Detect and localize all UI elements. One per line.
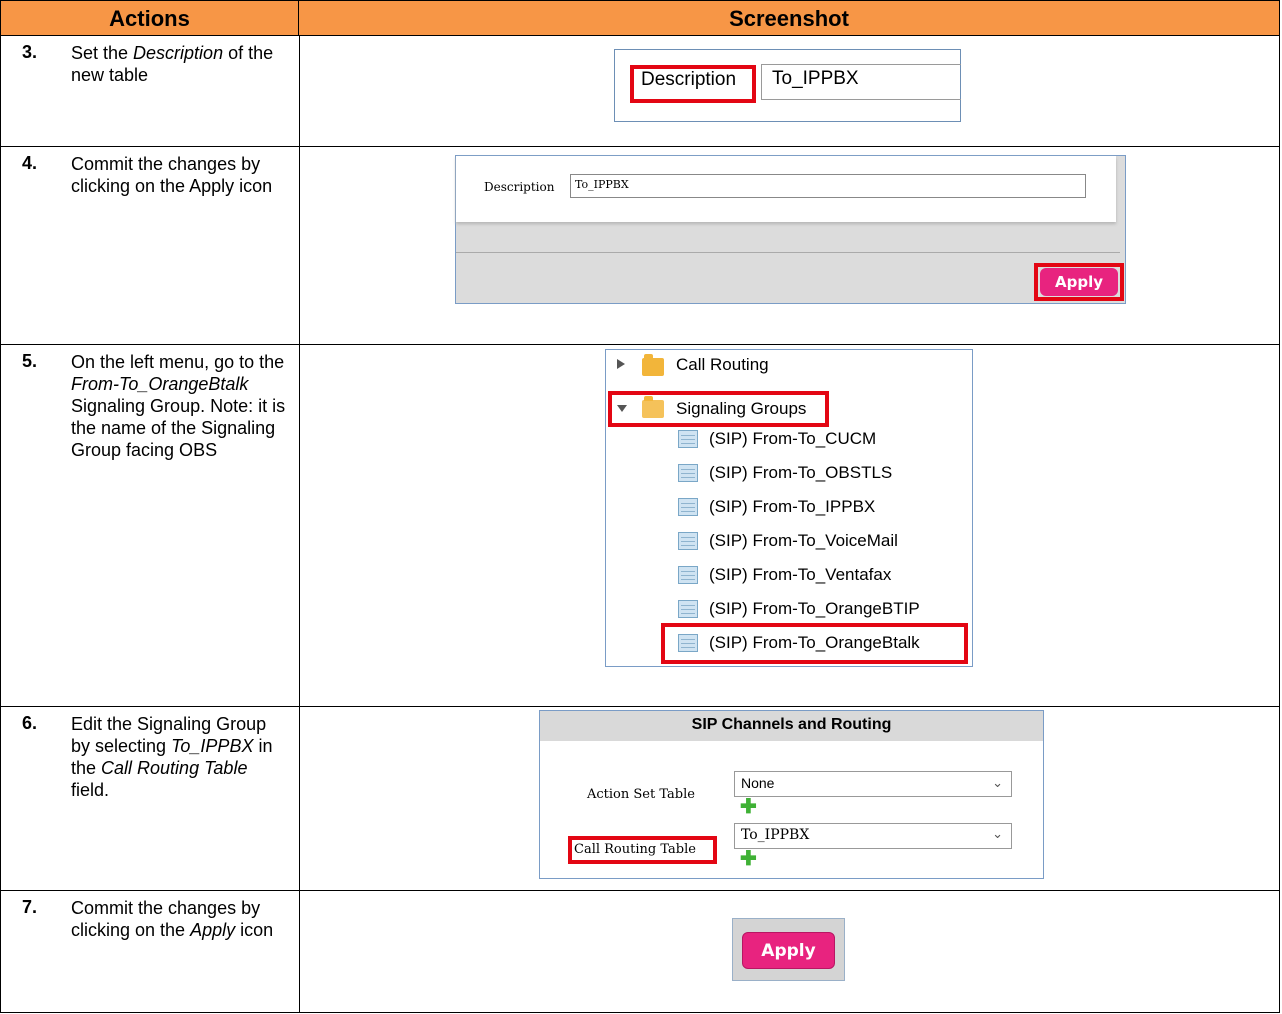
actions-header: Actions bbox=[0, 0, 299, 36]
description-field-screenshot: Description To_IPPBX bbox=[614, 49, 961, 122]
tree-item-orangebtip[interactable]: (SIP) From-To_OrangeBTIP bbox=[709, 594, 920, 624]
apply-button-screenshot: Apply bbox=[732, 918, 845, 981]
action-set-table-label: Action Set Table bbox=[587, 787, 695, 802]
table-icon bbox=[678, 600, 698, 618]
step-row-6: 6. Edit the Signaling Group by selecting… bbox=[0, 706, 1280, 891]
collapsed-arrow-icon[interactable] bbox=[617, 359, 625, 369]
folder-icon bbox=[642, 396, 664, 418]
apply-button[interactable]: Apply bbox=[742, 932, 835, 969]
tree-item-orangebtalk[interactable]: (SIP) From-To_OrangeBtalk bbox=[709, 628, 920, 658]
call-routing-table-select[interactable]: To_IPPBX ⌄ bbox=[734, 823, 1012, 849]
step-instruction: On the left menu, go to the From-To_Oran… bbox=[71, 352, 286, 460]
description-label: Description bbox=[641, 69, 737, 90]
add-icon[interactable]: ✚ bbox=[740, 849, 757, 869]
form-panel: Description To_IPPBX bbox=[456, 156, 1116, 222]
instruction-table: Actions Screenshot 3. Set the Descriptio… bbox=[0, 0, 1280, 1013]
step-number: 7. bbox=[22, 897, 38, 917]
table-icon bbox=[678, 532, 698, 550]
step-instruction: Edit the Signaling Group by selecting To… bbox=[71, 714, 273, 800]
tree-item-obstls[interactable]: (SIP) From-To_OBSTLS bbox=[709, 458, 892, 488]
step-instruction: Commit the changes by clicking on the Ap… bbox=[71, 154, 273, 196]
chevron-down-icon: ⌄ bbox=[992, 775, 1003, 790]
table-icon bbox=[678, 566, 698, 584]
description-input[interactable]: To_IPPBX bbox=[761, 64, 961, 100]
tree-folder-signaling-groups[interactable]: Signaling Groups bbox=[676, 394, 806, 424]
step-row-4: 4. Commit the changes by clicking on the… bbox=[0, 146, 1280, 345]
apply-screenshot: Description To_IPPBX Apply bbox=[455, 155, 1126, 304]
step-number: 6. bbox=[22, 713, 38, 733]
table-icon bbox=[678, 464, 698, 482]
table-icon bbox=[678, 634, 698, 652]
folder-icon bbox=[642, 354, 664, 376]
step-row-3: 3. Set the Description of the new table … bbox=[0, 35, 1280, 147]
step-instruction: Set the Description of the new table bbox=[71, 43, 274, 85]
description-input[interactable]: To_IPPBX bbox=[570, 174, 1086, 198]
screenshot-header: Screenshot bbox=[298, 0, 1280, 36]
call-routing-table-label: Call Routing Table bbox=[574, 842, 696, 857]
tree-item-voicemail[interactable]: (SIP) From-To_VoiceMail bbox=[709, 526, 898, 556]
apply-button[interactable]: Apply bbox=[1040, 268, 1118, 296]
tree-item-ippbx[interactable]: (SIP) From-To_IPPBX bbox=[709, 492, 875, 522]
add-icon[interactable]: ✚ bbox=[740, 797, 757, 817]
tree-item-ventafax[interactable]: (SIP) From-To_Ventafax bbox=[709, 560, 891, 590]
table-icon bbox=[678, 498, 698, 516]
step-number: 4. bbox=[22, 153, 38, 173]
tree-item-cucm[interactable]: (SIP) From-To_CUCM bbox=[709, 424, 876, 454]
tree-menu-screenshot: Call Routing Signaling Groups (SIP) From… bbox=[605, 349, 973, 667]
step-instruction: Commit the changes by clicking on the Ap… bbox=[71, 898, 274, 940]
tree-folder-call-routing[interactable]: Call Routing bbox=[676, 350, 769, 380]
step-row-7: 7. Commit the changes by clicking on the… bbox=[0, 890, 1280, 1013]
step-number: 5. bbox=[22, 351, 38, 371]
step-row-5: 5. On the left menu, go to the From-To_O… bbox=[0, 344, 1280, 707]
expanded-arrow-icon[interactable] bbox=[617, 405, 627, 412]
sip-routing-screenshot: SIP Channels and Routing Action Set Tabl… bbox=[539, 710, 1044, 879]
step-number: 3. bbox=[22, 42, 38, 62]
action-set-value: None bbox=[741, 775, 775, 791]
divider bbox=[456, 252, 1120, 253]
description-label: Description bbox=[484, 180, 555, 194]
call-routing-value: To_IPPBX bbox=[741, 827, 810, 843]
table-icon bbox=[678, 430, 698, 448]
action-set-table-select[interactable]: None ⌄ bbox=[734, 771, 1012, 797]
panel-title: SIP Channels and Routing bbox=[540, 711, 1043, 741]
chevron-down-icon: ⌄ bbox=[992, 827, 1003, 842]
